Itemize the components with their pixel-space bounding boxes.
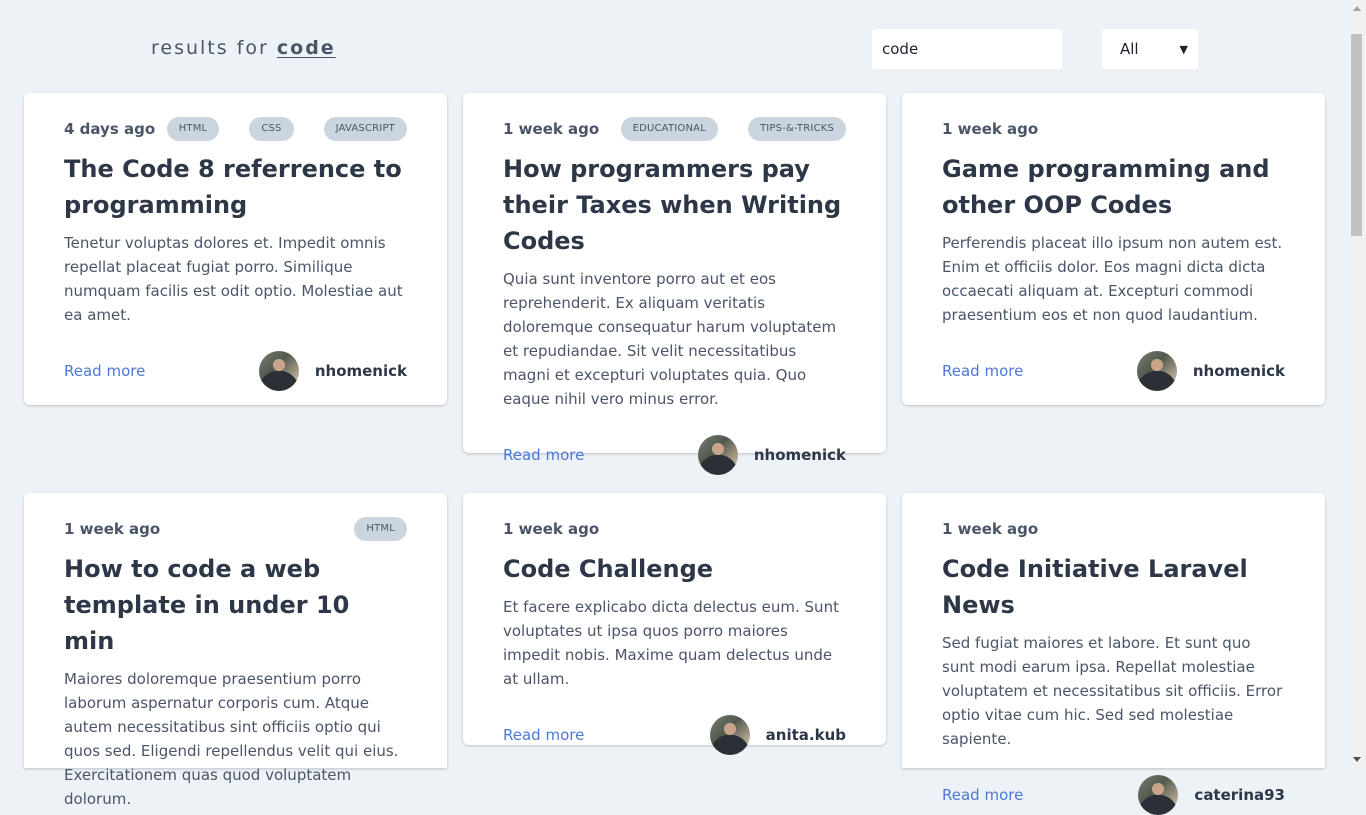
- author[interactable]: nhomenick: [258, 351, 407, 391]
- author-name[interactable]: nhomenick: [315, 362, 407, 380]
- scroll-up-arrow-icon[interactable]: [1353, 6, 1361, 11]
- post-title[interactable]: Game programming and other OOP Codes: [942, 151, 1285, 223]
- author-name[interactable]: caterina93: [1194, 786, 1285, 804]
- post-date: 1 week ago: [942, 520, 1039, 538]
- post-card: 1 week ago HTML How to code a web templa…: [24, 493, 447, 808]
- post-excerpt: Perferendis placeat illo ipsum non autem…: [942, 234, 1283, 324]
- tag-badge[interactable]: JAVASCRIPT: [323, 117, 407, 141]
- tag-list: EDUCATIONAL TIPS-&-TRICKS: [620, 117, 846, 141]
- filter-select[interactable]: All ▼: [1102, 29, 1198, 69]
- post-excerpt: Sed fugiat maiores et labore. Et sunt qu…: [942, 634, 1283, 748]
- author-name[interactable]: anita.kub: [766, 726, 846, 744]
- tag-badge[interactable]: HTML: [354, 517, 407, 541]
- avatar: [697, 435, 738, 475]
- post-card: 1 week ago Code Challenge Et facere expl…: [463, 493, 886, 755]
- chevron-down-icon: ▼: [1179, 42, 1188, 56]
- tag-list: HTML: [354, 517, 407, 541]
- post-title[interactable]: Code Challenge: [503, 551, 846, 587]
- post-date: 1 week ago: [503, 120, 600, 138]
- post-excerpt: Quia sunt inventore porro aut et eos rep…: [503, 270, 837, 408]
- author[interactable]: nhomenick: [697, 435, 846, 475]
- scrollbar-thumb[interactable]: [1351, 34, 1362, 236]
- tag-badge[interactable]: TIPS-&-TRICKS: [747, 117, 846, 141]
- avatar: [1136, 351, 1177, 391]
- results-heading: results for code: [151, 37, 336, 59]
- tag-badge[interactable]: EDUCATIONAL: [620, 117, 718, 141]
- post-title[interactable]: The Code 8 referrence to programming: [64, 151, 407, 223]
- post-card: 1 week ago Code Initiative Laravel News …: [902, 493, 1325, 815]
- filter-selected-value: All: [1120, 40, 1139, 58]
- author-name[interactable]: nhomenick: [1193, 362, 1285, 380]
- post-excerpt: Tenetur voluptas dolores et. Impedit omn…: [64, 234, 403, 324]
- tag-list: HTML CSS JAVASCRIPT: [166, 117, 407, 141]
- author-name[interactable]: nhomenick: [754, 446, 846, 464]
- post-date: 1 week ago: [942, 120, 1039, 138]
- post-card: 1 week ago EDUCATIONAL TIPS-&-TRICKS How…: [463, 93, 886, 475]
- post-date: 4 days ago: [64, 120, 156, 138]
- post-date: 1 week ago: [503, 520, 600, 538]
- post-card: 1 week ago Game programming and other OO…: [902, 93, 1325, 405]
- avatar: [1138, 775, 1179, 815]
- avatar: [709, 715, 750, 755]
- avatar: [258, 351, 299, 391]
- author[interactable]: nhomenick: [1136, 351, 1285, 391]
- post-date: 1 week ago: [64, 520, 161, 538]
- author[interactable]: anita.kub: [709, 715, 846, 755]
- post-title[interactable]: How programmers pay their Taxes when Wri…: [503, 151, 846, 259]
- tag-badge[interactable]: HTML: [166, 117, 220, 141]
- post-card: 4 days ago HTML CSS JAVASCRIPT The Code …: [24, 93, 447, 405]
- read-more-link[interactable]: Read more: [503, 726, 584, 744]
- post-title[interactable]: Code Initiative Laravel News: [942, 551, 1285, 623]
- read-more-link[interactable]: Read more: [64, 362, 145, 380]
- tag-badge[interactable]: CSS: [249, 117, 294, 141]
- post-title[interactable]: How to code a web template in under 10 m…: [64, 551, 407, 659]
- read-more-link[interactable]: Read more: [942, 786, 1023, 804]
- results-prefix: results for: [151, 37, 269, 59]
- post-excerpt: Et facere explicabo dicta delectus eum. …: [503, 598, 839, 688]
- scroll-down-arrow-icon[interactable]: [1353, 757, 1361, 762]
- search-term: code: [276, 37, 336, 59]
- read-more-link[interactable]: Read more: [503, 446, 584, 464]
- author[interactable]: caterina93: [1138, 775, 1285, 815]
- page-scrollbar[interactable]: [1349, 0, 1366, 768]
- search-input[interactable]: [872, 29, 1062, 69]
- read-more-link[interactable]: Read more: [942, 362, 1023, 380]
- post-excerpt: Maiores doloremque praesentium porro lab…: [64, 670, 399, 808]
